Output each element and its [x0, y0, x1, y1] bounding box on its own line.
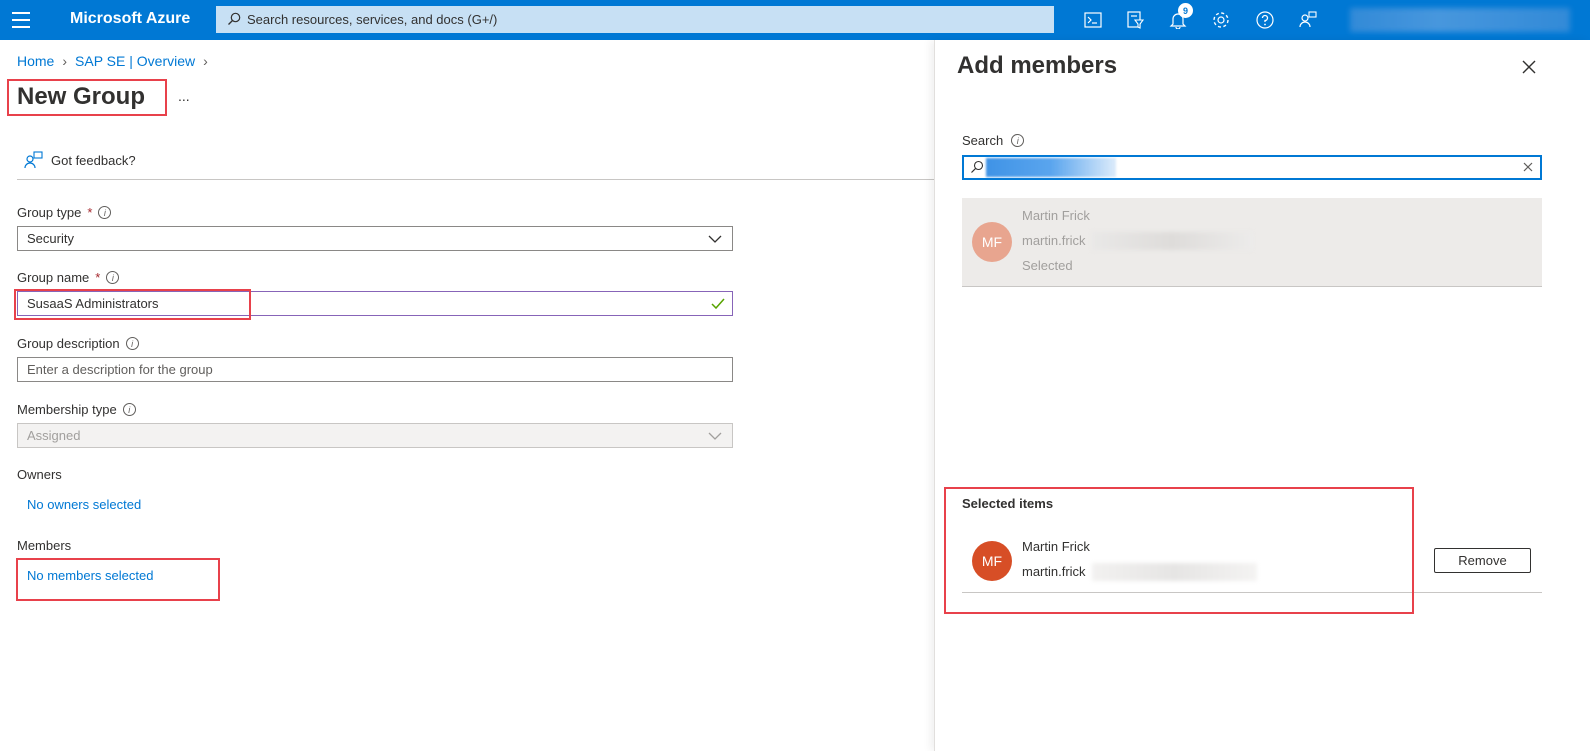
result-name: Martin Frick [1022, 208, 1090, 223]
chevron-down-icon [708, 432, 722, 440]
info-icon[interactable]: i [122, 403, 136, 416]
feedback-icon[interactable] [1296, 8, 1320, 32]
global-search[interactable] [216, 6, 1054, 33]
owners-link[interactable]: No owners selected [27, 497, 141, 512]
avatar: MF [972, 222, 1012, 262]
search-icon [228, 12, 241, 25]
info-icon[interactable]: i [1011, 134, 1025, 147]
checkmark-icon [711, 298, 725, 310]
highlight-box [7, 79, 167, 116]
chevron-right-icon: › [203, 53, 208, 69]
member-search-input[interactable] [962, 155, 1542, 180]
directory-filter-icon[interactable] [1123, 8, 1147, 32]
group-description-label: Group description i [17, 336, 139, 351]
add-members-panel [934, 40, 1590, 751]
help-icon[interactable] [1253, 8, 1277, 32]
breadcrumb-home[interactable]: Home [17, 53, 54, 69]
search-label: Search i [962, 133, 1025, 148]
group-name-label: Group name * i [17, 270, 120, 285]
group-type-label: Group type * i [17, 205, 112, 220]
group-type-dropdown[interactable]: Security [17, 226, 733, 251]
menu-icon[interactable] [12, 12, 30, 28]
group-type-value: Security [27, 231, 74, 246]
search-icon [971, 160, 984, 173]
bell-icon[interactable]: 9 [1166, 3, 1193, 32]
feedback-button[interactable]: Got feedback? [24, 151, 136, 169]
highlight-box [16, 558, 220, 601]
account-info[interactable] [1350, 8, 1570, 32]
divider [17, 179, 934, 180]
owners-label: Owners [17, 467, 62, 482]
membership-type-dropdown: Assigned [17, 423, 733, 448]
result-email: martin.frick [1022, 233, 1086, 248]
highlight-box [14, 289, 251, 320]
group-description-input[interactable] [27, 362, 707, 377]
gear-icon[interactable] [1209, 8, 1233, 32]
info-icon[interactable]: i [125, 337, 139, 350]
panel-title: Add members [957, 52, 1118, 79]
more-options-button[interactable]: ... [178, 88, 190, 104]
top-bar: Microsoft Azure 9 [0, 0, 1590, 40]
chevron-right-icon: › [62, 53, 68, 69]
breadcrumb-sap-overview[interactable]: SAP SE | Overview [75, 53, 195, 69]
remove-button[interactable]: Remove [1434, 548, 1531, 573]
group-description-field[interactable] [17, 357, 733, 382]
info-icon[interactable]: i [106, 271, 120, 284]
breadcrumb: Home › SAP SE | Overview › [17, 53, 208, 69]
cloud-shell-icon[interactable] [1081, 8, 1105, 32]
clear-icon[interactable] [1522, 161, 1534, 173]
feedback-label: Got feedback? [51, 152, 136, 168]
membership-type-label: Membership type i [17, 402, 136, 417]
highlight-box [944, 487, 1414, 614]
close-icon[interactable] [1520, 58, 1538, 76]
membership-type-value: Assigned [27, 428, 81, 443]
brand-title[interactable]: Microsoft Azure [70, 10, 190, 28]
members-label: Members [17, 538, 72, 553]
result-status: Selected [1022, 258, 1073, 273]
chevron-down-icon [708, 235, 722, 243]
global-search-input[interactable] [247, 7, 1037, 32]
search-query-redacted [986, 158, 1116, 177]
notification-badge: 9 [1178, 3, 1193, 18]
feedback-icon [24, 151, 43, 169]
search-result-item[interactable]: MF Martin Frick martin.frick Selected [962, 198, 1542, 287]
info-icon[interactable]: i [98, 206, 112, 219]
email-redacted [1092, 232, 1252, 250]
